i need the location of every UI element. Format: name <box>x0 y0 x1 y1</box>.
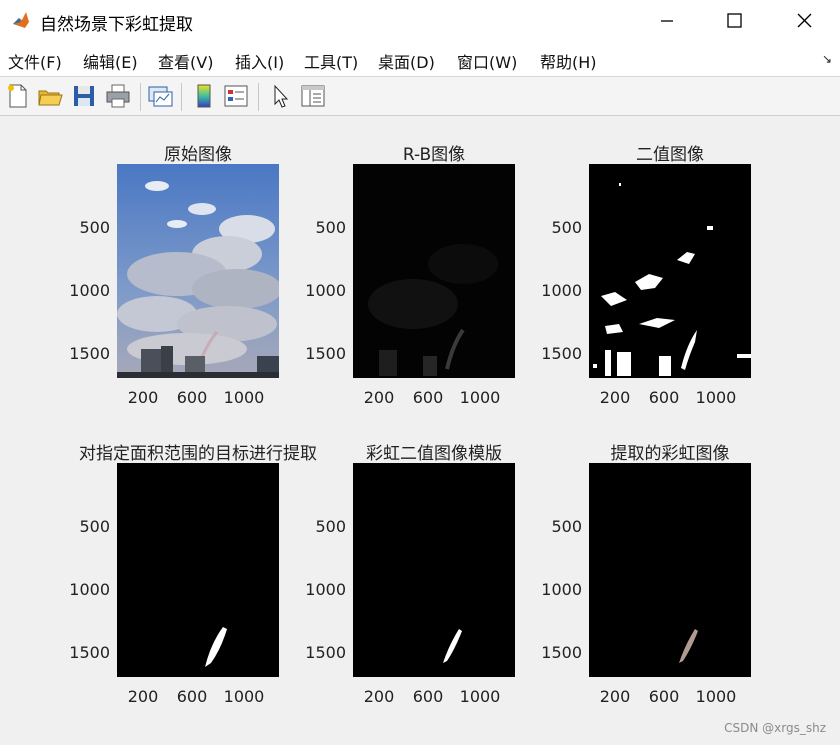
panel-title-original: 原始图像 <box>164 145 232 165</box>
y-tick: 500 <box>79 218 110 237</box>
menu-overflow-arrow[interactable]: ↘ <box>822 52 832 66</box>
panel-title-area-extract: 对指定面积范围的目标进行提取 <box>79 444 317 464</box>
link-plot-icon <box>148 86 173 107</box>
colorbar-button[interactable] <box>190 82 218 110</box>
menu-bar: 文件(F) 编辑(E) 查看(V) 插入(I) 工具(T) 桌面(D) 窗口(W… <box>0 42 840 77</box>
open-button[interactable] <box>36 82 64 110</box>
y-tick: 500 <box>79 517 110 536</box>
matlab-app-icon <box>11 10 31 30</box>
x-tick: 600 <box>648 687 680 706</box>
print-icon <box>106 84 130 108</box>
image-rainbow-extracted <box>589 463 751 677</box>
toolbar <box>0 77 840 116</box>
print-button[interactable] <box>104 82 132 110</box>
x-tick: 1000 <box>223 388 265 407</box>
menu-insert[interactable]: 插入(I) <box>235 49 284 73</box>
x-tick: 600 <box>412 388 444 407</box>
image-area-extract <box>117 463 279 677</box>
menu-tools[interactable]: 工具(T) <box>304 49 358 73</box>
y-tick: 1000 <box>541 580 582 599</box>
legend-icon <box>224 85 248 107</box>
panel-title-binary: 二值图像 <box>636 145 704 165</box>
open-folder-icon <box>38 90 63 106</box>
menu-view[interactable]: 查看(V) <box>158 49 213 73</box>
pointer-button[interactable] <box>266 82 294 110</box>
y-tick: 500 <box>551 218 582 237</box>
x-tick: 1000 <box>459 687 501 706</box>
x-tick: 1000 <box>695 687 737 706</box>
property-editor-icon <box>301 85 325 107</box>
menu-edit[interactable]: 编辑(E) <box>83 49 138 73</box>
toolbar-separator <box>181 83 182 111</box>
x-tick: 600 <box>176 388 208 407</box>
menu-file[interactable]: 文件(F) <box>8 49 62 73</box>
toolbar-separator <box>258 83 259 111</box>
menu-window[interactable]: 窗口(W) <box>457 49 517 73</box>
y-tick: 500 <box>315 517 346 536</box>
pointer-icon <box>274 84 289 108</box>
maximize-icon <box>727 13 742 28</box>
menu-desktop[interactable]: 桌面(D) <box>378 49 435 73</box>
save-button[interactable] <box>70 82 98 110</box>
image-rainbow-mask <box>353 463 515 677</box>
menu-help[interactable]: 帮助(H) <box>540 49 597 73</box>
y-tick: 1000 <box>541 281 582 300</box>
toolbar-separator <box>140 83 141 111</box>
y-tick: 1000 <box>69 281 110 300</box>
title-bar: 自然场景下彩虹提取 <box>0 0 840 42</box>
y-tick: 1500 <box>69 643 110 662</box>
new-figure-icon <box>8 84 27 108</box>
save-icon <box>74 86 94 106</box>
legend-button[interactable] <box>222 82 250 110</box>
window-title: 自然场景下彩虹提取 <box>40 15 193 35</box>
y-tick: 1500 <box>305 643 346 662</box>
x-tick: 600 <box>412 687 444 706</box>
close-icon <box>797 13 812 28</box>
x-tick: 1000 <box>459 388 501 407</box>
y-tick: 1000 <box>305 580 346 599</box>
image-rb <box>353 164 515 378</box>
watermark: CSDN @xrgs_shz <box>724 721 826 735</box>
property-editor-button[interactable] <box>299 82 327 110</box>
y-tick: 500 <box>551 517 582 536</box>
panel-title-rainbow-extracted: 提取的彩虹图像 <box>610 444 730 464</box>
y-tick: 1500 <box>541 643 582 662</box>
new-figure-button[interactable] <box>4 82 32 110</box>
panel-title-rb: R-B图像 <box>402 145 466 165</box>
x-tick: 1000 <box>695 388 737 407</box>
close-button[interactable] <box>776 0 836 42</box>
y-tick: 500 <box>315 218 346 237</box>
image-binary <box>589 164 751 378</box>
colorbar-icon <box>197 84 211 108</box>
y-tick: 1500 <box>305 344 346 363</box>
y-tick: 1500 <box>541 344 582 363</box>
panel-title-rainbow-mask: 彩虹二值图像模版 <box>366 444 502 464</box>
y-tick: 1000 <box>69 580 110 599</box>
x-tick: 600 <box>648 388 680 407</box>
x-tick: 1000 <box>223 687 265 706</box>
y-tick: 1500 <box>69 344 110 363</box>
link-plot-button[interactable] <box>146 82 174 110</box>
x-tick: 600 <box>176 687 208 706</box>
maximize-button[interactable] <box>705 0 765 42</box>
image-original <box>117 164 279 378</box>
y-tick: 1000 <box>305 281 346 300</box>
